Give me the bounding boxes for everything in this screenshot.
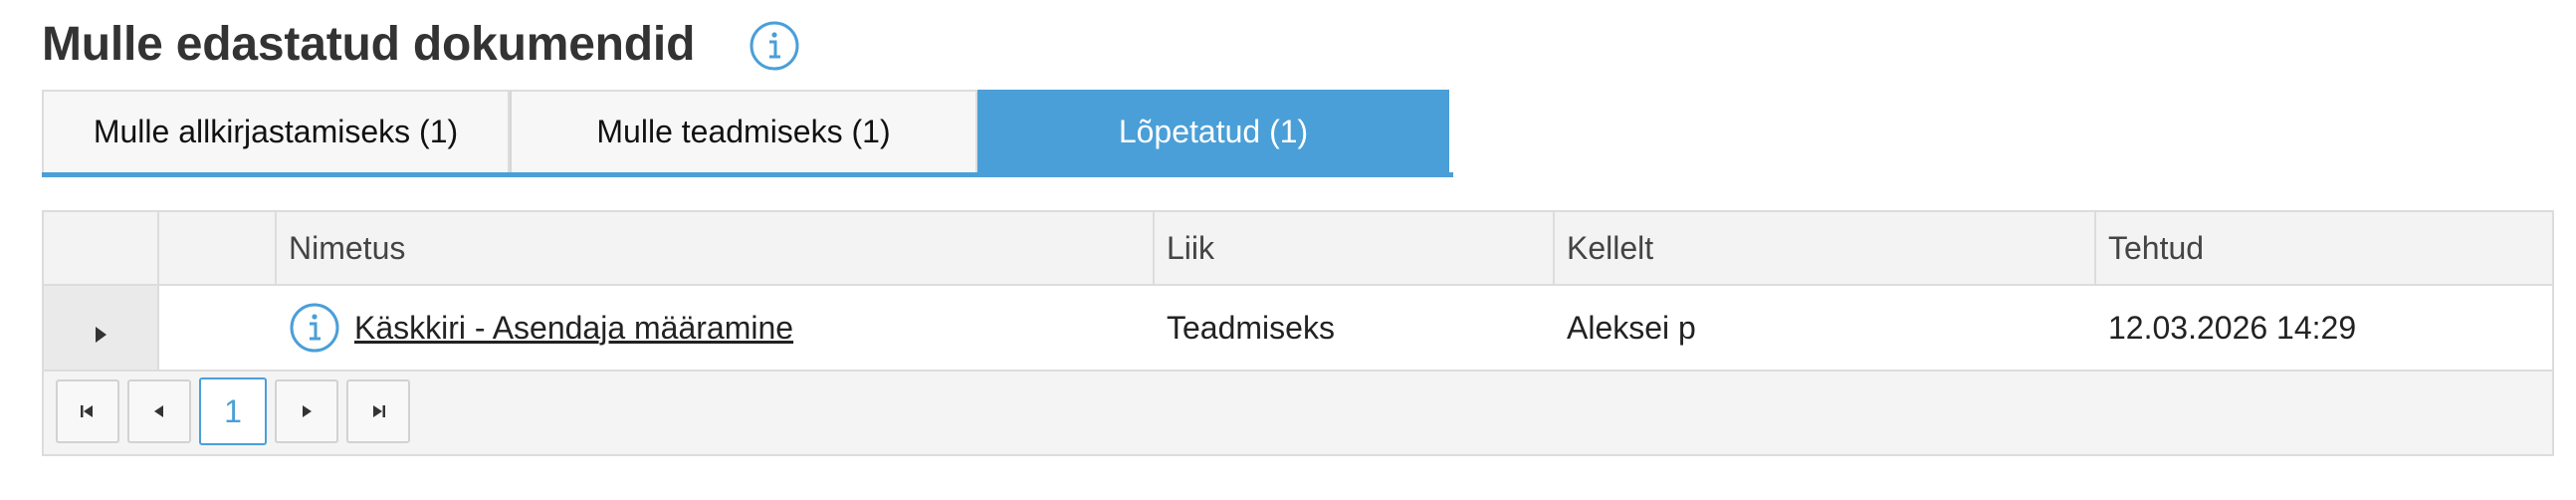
table-row[interactable]: Käskkiri - Asendaja määramine Teadmiseks… bbox=[44, 286, 2552, 372]
info-circle-icon[interactable] bbox=[749, 20, 800, 72]
last-page-icon bbox=[373, 405, 385, 417]
document-link[interactable]: Käskkiri - Asendaja määramine bbox=[354, 310, 793, 347]
tab-for-information[interactable]: Mulle teadmiseks (1) bbox=[510, 90, 977, 172]
row-expander[interactable] bbox=[44, 286, 159, 370]
column-header-name[interactable]: Nimetus bbox=[277, 212, 1155, 284]
last-page-button[interactable] bbox=[346, 379, 410, 443]
page-title: Mulle edastatud dokumendid bbox=[42, 18, 696, 71]
column-header-type[interactable]: Liik bbox=[1155, 212, 1555, 284]
column-header-select bbox=[159, 212, 277, 284]
prev-page-button[interactable] bbox=[127, 379, 191, 443]
tab-bar: Mulle allkirjastamiseks (1) Mulle teadmi… bbox=[42, 90, 1453, 177]
info-circle-icon[interactable] bbox=[289, 302, 340, 354]
column-header-expand bbox=[44, 212, 159, 284]
column-header-done[interactable]: Tehtud bbox=[2096, 212, 2552, 284]
next-page-button[interactable] bbox=[275, 379, 338, 443]
tab-completed[interactable]: Lõpetatud (1) bbox=[977, 90, 1449, 172]
next-page-icon bbox=[303, 405, 312, 417]
documents-grid: Nimetus Liik Kellelt Tehtud Käskkiri - A… bbox=[42, 210, 2554, 456]
grid-header: Nimetus Liik Kellelt Tehtud bbox=[44, 212, 2552, 286]
expand-triangle-icon bbox=[95, 327, 107, 343]
row-type-cell: Teadmiseks bbox=[1167, 309, 1335, 346]
row-done-cell: 12.03.2026 14:29 bbox=[2108, 309, 2357, 346]
prev-page-icon bbox=[154, 405, 163, 417]
tab-to-sign[interactable]: Mulle allkirjastamiseks (1) bbox=[42, 90, 510, 172]
first-page-button[interactable] bbox=[56, 379, 119, 443]
row-from-cell: Aleksei p bbox=[1567, 309, 1696, 346]
row-select-cell bbox=[159, 286, 277, 370]
row-name-cell: Käskkiri - Asendaja määramine bbox=[277, 286, 1155, 370]
page-number-button[interactable]: 1 bbox=[199, 377, 267, 445]
pager: 1 bbox=[56, 377, 410, 445]
first-page-icon bbox=[81, 405, 93, 417]
column-header-from[interactable]: Kellelt bbox=[1555, 212, 2096, 284]
